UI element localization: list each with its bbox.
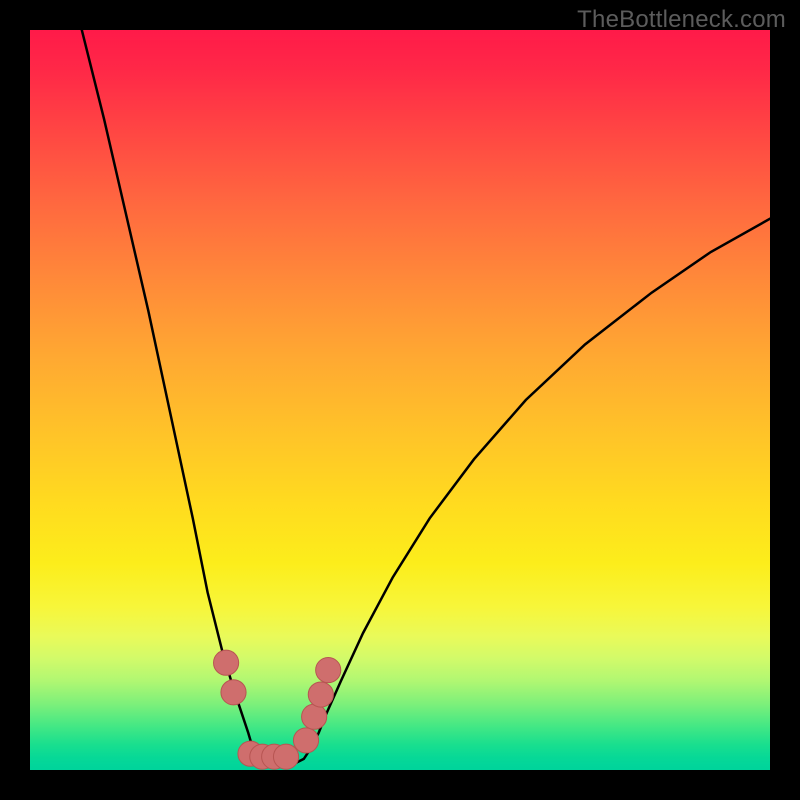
highlight-marker: [262, 744, 287, 769]
curve-right: [296, 219, 770, 763]
highlight-marker: [214, 650, 239, 675]
highlight-marker: [308, 682, 333, 707]
highlight-marker: [273, 744, 298, 769]
chart-svg: [30, 30, 770, 770]
watermark-text: TheBottleneck.com: [577, 6, 786, 34]
highlight-marker: [316, 658, 341, 683]
highlight-marker: [293, 728, 318, 753]
chart-root: TheBottleneck.com: [0, 0, 800, 800]
plot-area: [30, 30, 770, 770]
highlight-marker: [221, 680, 246, 705]
highlight-marker: [250, 744, 275, 769]
marker-group: [214, 650, 341, 769]
curve-left: [82, 30, 297, 763]
highlight-marker: [238, 741, 263, 766]
highlight-marker: [302, 704, 327, 729]
